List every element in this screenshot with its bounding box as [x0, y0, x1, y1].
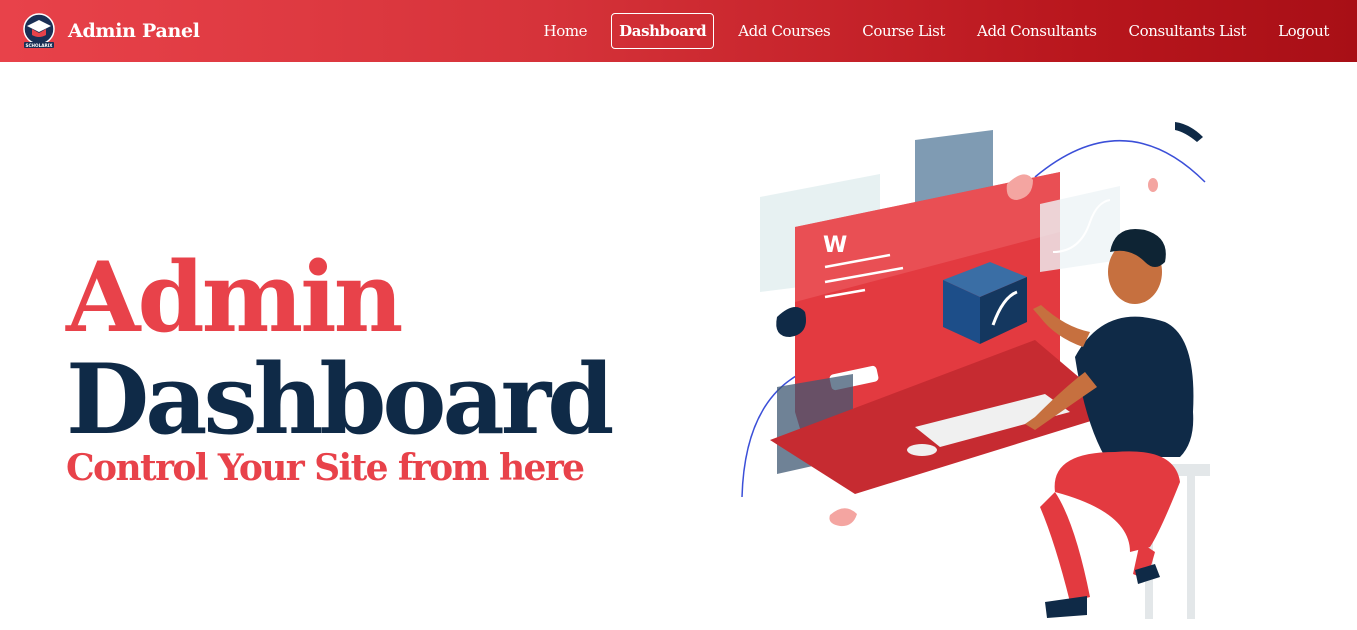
main-nav: Home Dashboard Add Courses Course List A…: [528, 0, 1345, 62]
blob-pink-bottom: [829, 508, 857, 527]
hero-title-line1: Admin: [66, 241, 403, 354]
nav-dashboard[interactable]: Dashboard: [611, 13, 715, 49]
person-shoe: [1045, 596, 1087, 618]
scholarix-logo-icon: SCHOLARIX: [23, 13, 55, 48]
nav-consultants-list[interactable]: Consultants List: [1121, 13, 1255, 49]
blob-navy-small: [1175, 122, 1203, 142]
nav-add-courses[interactable]: Add Courses: [730, 13, 838, 49]
person-at-computer-illustration: W: [741, 122, 1210, 619]
nav-logout[interactable]: Logout: [1270, 13, 1337, 49]
hero-subtitle: Control Your Site from here: [66, 447, 585, 489]
hero-title-line2: Dashboard: [66, 343, 614, 456]
curve-top: [1034, 140, 1206, 183]
blob-pink-small: [1148, 178, 1158, 192]
hero-text: Admin Dashboard Control Your Site from h…: [66, 241, 614, 489]
brand-title: Admin Panel: [68, 20, 200, 42]
mouse: [907, 444, 937, 456]
brand[interactable]: SCHOLARIX Admin Panel: [20, 12, 200, 50]
screen-logo: W: [823, 233, 847, 258]
logo-text: SCHOLARIX: [25, 43, 53, 48]
nav-course-list[interactable]: Course List: [854, 13, 953, 49]
person-leg-lower: [1040, 492, 1090, 602]
nav-add-consultants[interactable]: Add Consultants: [969, 13, 1105, 49]
top-navbar: SCHOLARIX Admin Panel Home Dashboard Add…: [0, 0, 1357, 62]
nav-home[interactable]: Home: [536, 13, 596, 49]
stool-leg: [1187, 474, 1195, 619]
